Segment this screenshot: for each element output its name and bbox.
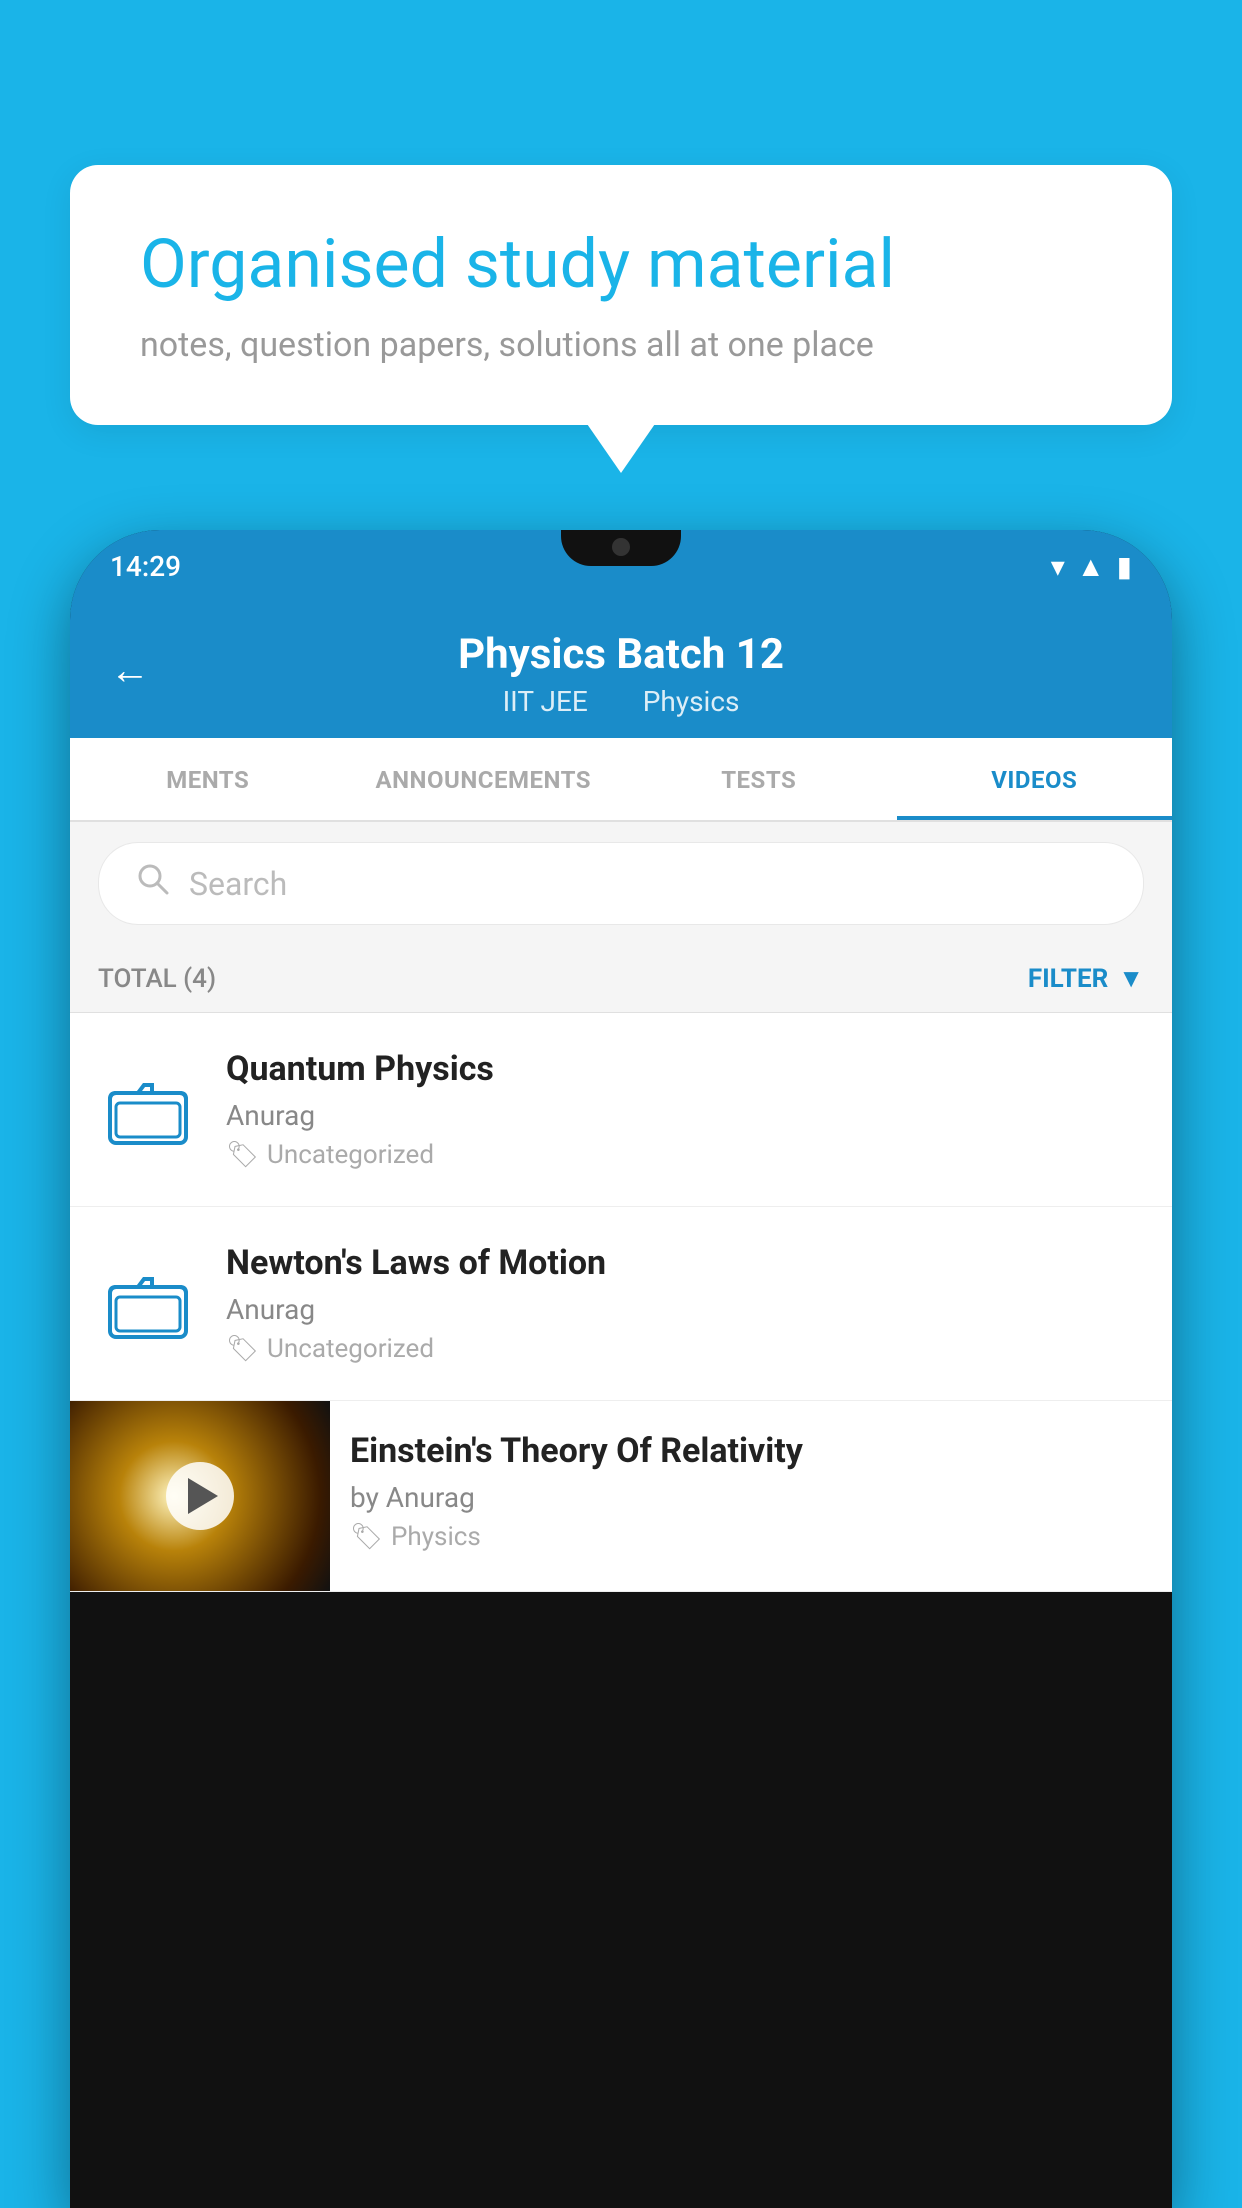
video-title: Einstein's Theory Of Relativity [350, 1431, 1152, 1471]
status-time: 14:29 [110, 550, 181, 583]
tag-icon: 🏷 [226, 1334, 259, 1364]
bubble-title: Organised study material [140, 225, 1102, 303]
search-bar[interactable]: Search [98, 842, 1144, 925]
status-bar: 14:29 ▾ ▲ ▮ [70, 530, 1172, 602]
video-author: by Anurag [350, 1481, 1152, 1514]
tab-bar: MENTS ANNOUNCEMENTS TESTS VIDEOS [70, 738, 1172, 822]
filter-button[interactable]: FILTER ▼ [1028, 963, 1144, 994]
item-icon-wrap [98, 1269, 198, 1339]
video-tag: 🏷 Uncategorized [226, 1140, 1144, 1170]
total-count: TOTAL (4) [98, 964, 216, 994]
tag-icon: 🏷 [350, 1522, 383, 1552]
battery-icon: ▮ [1117, 550, 1132, 583]
bubble-subtitle: notes, question papers, solutions all at… [140, 325, 1102, 365]
play-button[interactable] [166, 1462, 234, 1530]
filter-label: FILTER [1028, 964, 1108, 994]
folder-icon [108, 1269, 188, 1339]
tab-ments[interactable]: MENTS [70, 738, 346, 820]
video-thumbnail [70, 1401, 330, 1591]
back-button[interactable]: ← [110, 647, 150, 694]
notch [561, 530, 681, 566]
video-title: Quantum Physics [226, 1049, 1144, 1089]
list-item[interactable]: Newton's Laws of Motion Anurag 🏷 Uncateg… [70, 1207, 1172, 1401]
status-icons: ▾ ▲ ▮ [1051, 550, 1132, 583]
video-author: Anurag [226, 1099, 1144, 1132]
tab-tests[interactable]: TESTS [621, 738, 897, 820]
video-list: Quantum Physics Anurag 🏷 Uncategorized [70, 1013, 1172, 1592]
header-subtitle: IIT JEE Physics [491, 685, 752, 718]
filter-row: TOTAL (4) FILTER ▼ [70, 945, 1172, 1013]
phone-frame: 14:29 ▾ ▲ ▮ ← Physics Batch 12 IIT JEE P… [70, 530, 1172, 2208]
speech-bubble: Organised study material notes, question… [70, 165, 1172, 425]
list-item[interactable]: Quantum Physics Anurag 🏷 Uncategorized [70, 1013, 1172, 1207]
folder-icon [108, 1075, 188, 1145]
header-subtitle-iit: IIT JEE [503, 685, 588, 718]
video-title: Newton's Laws of Motion [226, 1243, 1144, 1283]
wifi-icon: ▾ [1051, 550, 1065, 583]
search-icon [135, 861, 171, 906]
video-tag: 🏷 Physics [350, 1522, 1152, 1552]
play-icon [188, 1478, 218, 1514]
front-camera [612, 538, 630, 556]
app-header: ← Physics Batch 12 IIT JEE Physics [70, 602, 1172, 738]
item-info: Quantum Physics Anurag 🏷 Uncategorized [226, 1049, 1144, 1170]
list-item-thumbnail[interactable]: Einstein's Theory Of Relativity by Anura… [70, 1401, 1172, 1592]
header-subtitle-physics: Physics [643, 685, 740, 718]
filter-icon: ▼ [1118, 963, 1144, 994]
item-icon-wrap [98, 1075, 198, 1145]
tab-announcements[interactable]: ANNOUNCEMENTS [346, 738, 622, 820]
video-tag: 🏷 Uncategorized [226, 1334, 1144, 1364]
header-title: Physics Batch 12 [458, 630, 784, 679]
item-info: Newton's Laws of Motion Anurag 🏷 Uncateg… [226, 1243, 1144, 1364]
video-author: Anurag [226, 1293, 1144, 1326]
item-info: Einstein's Theory Of Relativity by Anura… [330, 1401, 1172, 1582]
signal-icon: ▲ [1077, 550, 1105, 583]
search-placeholder: Search [189, 865, 287, 903]
tag-icon: 🏷 [226, 1140, 259, 1170]
tab-videos[interactable]: VIDEOS [897, 738, 1173, 820]
search-bar-wrap: Search [70, 822, 1172, 945]
